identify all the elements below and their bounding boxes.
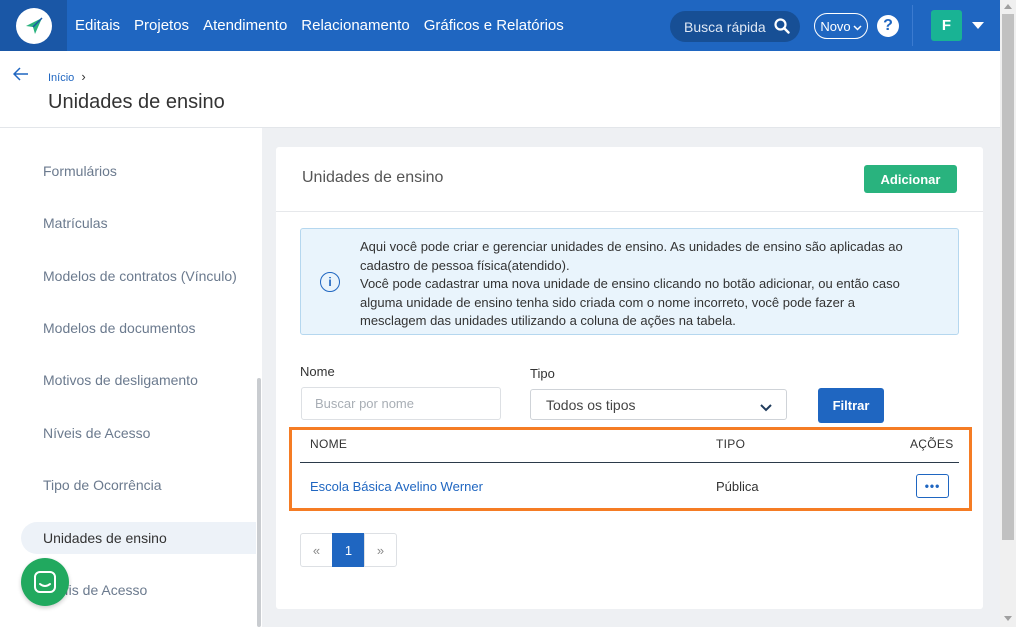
info-alert: i Aqui você pode criar e gerenciar unida… [300,228,959,335]
pagination-page[interactable]: 1 [332,533,365,567]
page-header: Início › Unidades de ensino [0,51,1000,128]
sidebar-item-matriculas[interactable]: Matrículas [43,215,108,231]
menu-atendimento[interactable]: Atendimento [203,17,287,34]
card-divider [276,211,983,212]
help-icon[interactable]: ? [877,15,899,37]
name-search-input[interactable]: Buscar por nome [301,387,501,420]
card-title: Unidades de ensino [302,169,444,186]
type-select[interactable]: Todos os tipos [530,389,787,420]
top-navbar: Editais Projetos Atendimento Relacioname… [0,0,1000,51]
sidebar-item-modelos-contratos[interactable]: Modelos de contratos (Vínculo) [43,268,237,284]
filter-button[interactable]: Filtrar [818,388,884,423]
info-line: Você pode cadastrar uma nova unidade de … [360,276,900,291]
type-filter-label: Tipo [530,366,555,381]
table-highlight-box [289,427,972,511]
novo-label: Novo [820,18,851,34]
caret-down-icon[interactable] [972,22,984,29]
breadcrumb-separator: › [81,69,86,84]
pagination: « 1 » [300,533,397,567]
sidebar-item-unidades-ensino[interactable]: Unidades de ensino [43,530,167,546]
logo-icon [15,7,52,44]
menu-graficos-relatorios[interactable]: Gráficos e Relatórios [424,17,564,34]
info-line: cadastro de pessoa física(atendido). [360,257,570,273]
quick-search-button[interactable]: Busca rápida [670,11,800,42]
quick-search-label: Busca rápida [684,18,766,35]
chevron-down-icon [760,399,772,415]
back-arrow-icon[interactable] [12,67,29,86]
scrollbar-thumb[interactable] [1002,14,1014,540]
sidebar-item-modelos-documentos[interactable]: Modelos de documentos [43,320,196,336]
main-menu: Editais Projetos Atendimento Relacioname… [75,0,564,51]
search-icon [774,18,790,37]
sidebar-item-tipo-ocorrencia[interactable]: Tipo de Ocorrência [43,477,162,493]
content-card: Unidades de ensino Adicionar i Aqui você… [276,147,983,609]
pagination-prev[interactable]: « [300,533,333,567]
info-line: alguma unidade de ensino tenha sido cria… [360,294,856,310]
chevron-down-icon [853,19,862,34]
window-scrollbar[interactable] [1000,0,1016,627]
pagination-next[interactable]: » [364,533,397,567]
user-avatar[interactable]: F [931,10,962,41]
type-select-value: Todos os tipos [546,396,636,413]
sidebar-scrollbar[interactable] [257,378,261,627]
novo-button[interactable]: Novo [814,13,868,39]
scroll-up-arrow-icon[interactable] [1004,4,1012,9]
name-filter-label: Nome [300,364,335,379]
info-icon: i [320,272,340,292]
chat-icon[interactable] [21,558,69,606]
breadcrumb-home-link[interactable]: Início [48,72,74,84]
sidebar-item-niveis-acesso[interactable]: Níveis de Acesso [43,425,150,441]
page-title: Unidades de ensino [48,91,225,113]
info-line: Aqui você pode criar e gerenciar unidade… [360,239,903,254]
nav-divider [912,5,913,46]
scroll-down-arrow-icon[interactable] [1004,616,1012,621]
app-logo[interactable] [0,0,67,51]
breadcrumb: Início › [48,69,86,84]
sidebar: Formulários Matrículas Modelos de contra… [0,128,262,627]
menu-projetos[interactable]: Projetos [134,17,189,34]
sidebar-item-formularios[interactable]: Formulários [43,163,117,179]
info-text: Aqui você pode criar e gerenciar unidade… [360,238,950,331]
info-line: mesclagem das unidades utilizando a colu… [360,313,736,328]
add-button[interactable]: Adicionar [864,165,957,193]
menu-editais[interactable]: Editais [75,17,120,34]
sidebar-item-motivos-desligamento[interactable]: Motivos de desligamento [43,372,198,388]
menu-relacionamento[interactable]: Relacionamento [301,17,409,34]
